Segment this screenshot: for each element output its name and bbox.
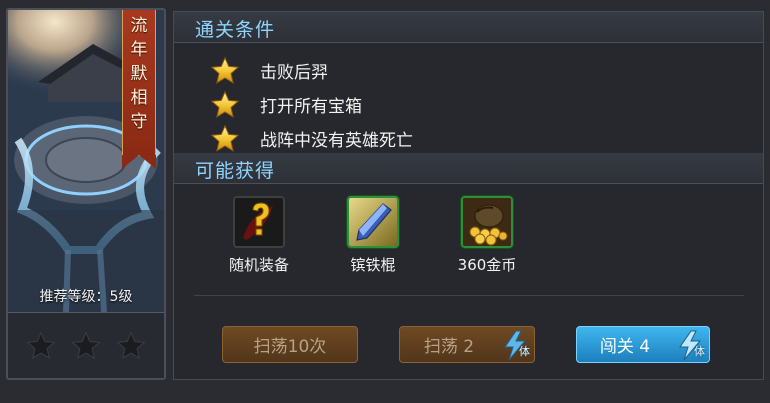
rewards-list: 随机装备 镔铁棍 360金币	[202, 196, 544, 275]
conditions-header: 通关条件	[174, 12, 763, 43]
gold-star-icon	[210, 56, 240, 86]
stamina-label: 体	[519, 345, 530, 358]
gold-star-icon	[210, 90, 240, 120]
sweep-button[interactable]: 扫荡 2 体	[399, 326, 535, 363]
condition-text: 击败后羿	[260, 63, 328, 83]
challenge-button[interactable]: 闯关 4 体	[576, 326, 710, 363]
condition-item: 击败后羿	[210, 54, 413, 87]
condition-item: 战阵中没有英雄死亡	[210, 122, 413, 155]
stage-card: 流年默相守 推荐等级：5级	[6, 8, 166, 380]
rewards-header-label: 可能获得	[195, 160, 276, 182]
condition-text: 战阵中没有英雄死亡	[260, 131, 413, 151]
reward-item[interactable]: 镔铁棍	[316, 196, 430, 275]
sweep-10-button[interactable]: 扫荡10次	[222, 326, 358, 363]
reward-item[interactable]: 随机装备	[202, 196, 316, 275]
sweep-label: 扫荡 2	[423, 337, 475, 357]
stamina-label: 体	[694, 345, 705, 358]
stage-details-panel: 通关条件 击败后羿 打开所有宝箱 战阵中没有英雄死亡 可能获得 随机装备 镔铁棍…	[173, 11, 764, 380]
empty-star-icon	[70, 330, 102, 362]
empty-star-icon	[25, 330, 57, 362]
challenge-label: 闯关 4	[599, 337, 651, 357]
condition-text: 打开所有宝箱	[260, 97, 362, 117]
stage-star-rating	[8, 312, 164, 378]
iron-bar-icon	[347, 196, 399, 248]
reward-item[interactable]: 360金币	[430, 196, 544, 275]
conditions-list: 击败后羿 打开所有宝箱 战阵中没有英雄死亡	[210, 54, 413, 156]
gold-star-icon	[210, 124, 240, 154]
stage-title-banner: 流年默相守	[122, 10, 156, 169]
stamina-lightning-icon: 体	[675, 330, 705, 361]
condition-item: 打开所有宝箱	[210, 88, 413, 121]
rewards-header: 可能获得	[174, 153, 763, 184]
reward-name: 360金币	[457, 256, 517, 274]
random-equipment-icon	[233, 196, 285, 248]
reward-name: 随机装备	[228, 256, 289, 274]
gold-coin-bag-icon	[461, 196, 513, 248]
stamina-lightning-icon: 体	[500, 330, 530, 361]
reward-name: 镔铁棍	[350, 256, 396, 274]
empty-star-icon	[115, 330, 147, 362]
divider	[194, 295, 744, 296]
sweep-10-label: 扫荡10次	[253, 337, 327, 357]
conditions-header-label: 通关条件	[195, 19, 276, 41]
stage-title: 流年默相守	[130, 16, 148, 132]
recommended-level: 推荐等级：5级	[39, 289, 133, 305]
